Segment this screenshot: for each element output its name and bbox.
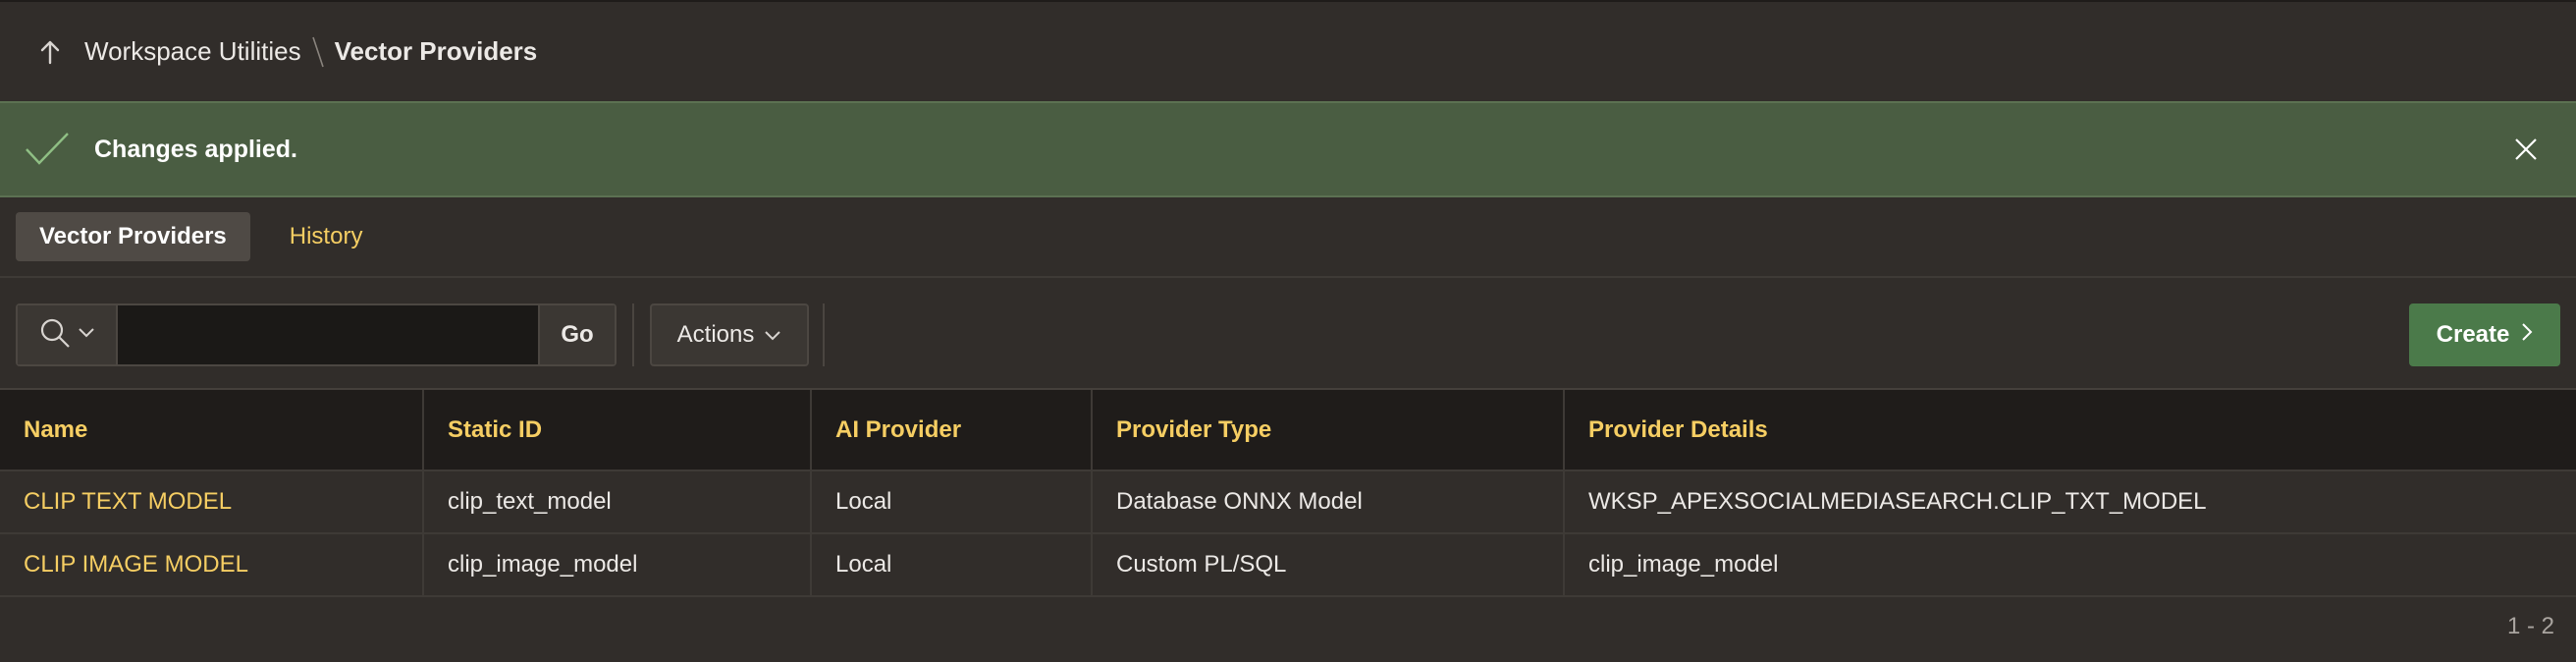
page-title: Vector Providers <box>334 36 538 66</box>
table-row: CLIP IMAGE MODEL clip_image_model Local … <box>0 533 2576 597</box>
static-id-cell: clip_text_model <box>423 470 812 534</box>
pagination-info: 1 - 2 <box>2506 613 2554 639</box>
column-header-provider-details[interactable]: Provider Details <box>1564 390 2576 471</box>
vector-providers-table: Name Static ID AI Provider Provider Type… <box>0 390 2576 597</box>
search-input[interactable] <box>118 305 538 364</box>
region-tabs: Vector Providers History <box>0 197 2576 278</box>
success-message: Changes applied. <box>94 135 297 163</box>
breadcrumb-separator <box>311 35 325 69</box>
tab-history[interactable]: History <box>266 212 387 261</box>
table-row: CLIP TEXT MODEL clip_text_model Local Da… <box>0 470 2576 534</box>
breadcrumb: Workspace Utilities Vector Providers <box>0 2 2576 101</box>
column-header-name[interactable]: Name <box>0 390 424 471</box>
actions-menu-button[interactable]: Actions <box>650 303 809 366</box>
tab-vector-providers[interactable]: Vector Providers <box>16 212 250 261</box>
create-label: Create <box>2436 321 2510 348</box>
chevron-down-icon <box>78 326 95 344</box>
search-bar: Go <box>16 303 617 366</box>
chevron-right-icon <box>2521 321 2533 349</box>
column-header-provider-type[interactable]: Provider Type <box>1092 390 1565 471</box>
static-id-cell: clip_image_model <box>423 533 812 597</box>
toolbar-divider <box>823 303 825 366</box>
provider-type-cell: Database ONNX Model <box>1092 470 1565 534</box>
search-column-button[interactable] <box>18 305 118 364</box>
provider-name-link[interactable]: CLIP TEXT MODEL <box>0 470 424 534</box>
actions-label: Actions <box>676 321 755 348</box>
ai-provider-cell: Local <box>811 533 1093 597</box>
chevron-down-icon <box>764 321 781 349</box>
success-banner: Changes applied. <box>0 101 2576 197</box>
close-icon[interactable] <box>2511 135 2541 164</box>
toolbar-divider <box>632 303 634 366</box>
go-button[interactable]: Go <box>538 305 615 364</box>
table-header-row: Name Static ID AI Provider Provider Type… <box>0 390 2576 471</box>
provider-type-cell: Custom PL/SQL <box>1092 533 1565 597</box>
search-icon <box>38 316 72 355</box>
check-icon <box>24 130 71 169</box>
arrow-up-icon[interactable] <box>35 37 65 67</box>
provider-details-cell: WKSP_APEXSOCIALMEDIASEARCH.CLIP_TXT_MODE… <box>1564 470 2576 534</box>
provider-details-cell: clip_image_model <box>1564 533 2576 597</box>
breadcrumb-parent-link[interactable]: Workspace Utilities <box>84 36 301 67</box>
ai-provider-cell: Local <box>811 470 1093 534</box>
column-header-static-id[interactable]: Static ID <box>423 390 812 471</box>
column-header-ai-provider[interactable]: AI Provider <box>811 390 1093 471</box>
report-toolbar: Go Actions Create <box>0 278 2576 390</box>
provider-name-link[interactable]: CLIP IMAGE MODEL <box>0 533 424 597</box>
create-button[interactable]: Create <box>2409 303 2560 366</box>
